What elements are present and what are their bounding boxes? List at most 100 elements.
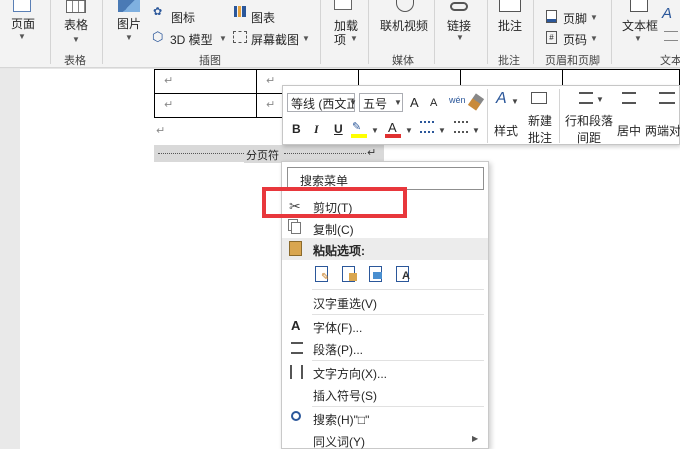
page-number-icon[interactable]: # — [546, 31, 557, 44]
format-painter-icon[interactable] — [467, 93, 485, 111]
footer-button[interactable]: 页脚 — [563, 10, 587, 27]
paste-text-only-icon[interactable]: A — [394, 264, 414, 284]
page-break[interactable]: 分页符 ↵ — [154, 145, 384, 163]
paste-picture-icon[interactable] — [367, 264, 387, 284]
font-color-button[interactable]: A — [388, 120, 397, 135]
line-spacing-button-line2[interactable]: 间距 — [577, 129, 601, 146]
highlight-icon[interactable]: ✎ — [352, 120, 366, 133]
ribbon-separator — [320, 0, 321, 64]
highlight-color-bar — [351, 134, 367, 138]
chevron-down-icon[interactable]: ▼ — [350, 34, 358, 43]
menu-item-reconvert[interactable]: 汉字重选(V) — [282, 291, 488, 313]
new-comment-button-line2[interactable]: 批注 — [528, 129, 552, 146]
chevron-down-icon[interactable]: ▼ — [125, 33, 133, 42]
menu-item-copy[interactable]: 复制(C) — [282, 217, 488, 239]
dropcap-icon[interactable] — [664, 31, 678, 41]
paragraph-mark: ↵ — [164, 75, 174, 87]
page-button[interactable]: 页面 — [11, 15, 35, 32]
comment-icon[interactable] — [499, 0, 521, 12]
screenshot-button[interactable]: 屏幕截图 — [251, 31, 299, 48]
table-button[interactable]: 表格 — [64, 16, 88, 33]
font-color-bar — [385, 134, 401, 138]
new-comment-button[interactable]: 新建 — [528, 112, 552, 129]
table-icon[interactable] — [66, 0, 86, 13]
chevron-down-icon[interactable]: ▼ — [438, 126, 446, 135]
page-break-label: 分页符 — [244, 147, 281, 163]
paste-keep-source-icon[interactable]: ✎ — [313, 264, 333, 284]
chevron-down-icon[interactable]: ▼ — [394, 98, 402, 107]
ribbon-separator — [611, 0, 612, 64]
underline-button[interactable]: U — [334, 122, 343, 136]
paragraph-mark: ↵ — [367, 147, 377, 159]
shrink-font-icon[interactable]: A — [430, 97, 437, 109]
online-video-icon[interactable] — [396, 0, 414, 12]
ribbon: 页面 ▼ 表格 ▼ 表格 图片 ▼ ✿ 图标 ⬡ 3D 模型 ▼ 图表 屏幕截图… — [0, 0, 680, 68]
paste-merge-format-icon[interactable] — [340, 264, 360, 284]
menu-item-font[interactable]: A 字体(F)... — [282, 315, 488, 337]
3d-model-button[interactable]: 3D 模型 — [170, 31, 213, 48]
bold-button[interactable]: B — [292, 122, 301, 136]
chevron-down-icon[interactable]: ▼ — [371, 126, 379, 135]
phonetic-guide-icon[interactable]: wén — [449, 95, 466, 105]
3d-model-icon[interactable]: ⬡ — [152, 29, 163, 45]
link-button[interactable]: 链接 — [447, 17, 471, 34]
menu-item-synonyms[interactable]: 同义词(Y) ▶ — [282, 429, 488, 449]
menu-item-text-direction[interactable]: 文字方向(X)... — [282, 361, 488, 383]
center-align-icon[interactable] — [622, 92, 636, 104]
wordart-icon[interactable]: A — [662, 5, 672, 22]
textbox-button[interactable]: 文本框 — [622, 17, 658, 34]
styles-button[interactable]: 样式 — [494, 122, 518, 139]
line-spacing-icon[interactable] — [579, 92, 593, 104]
addins-button-line2[interactable]: 项 — [334, 31, 346, 48]
icons-button[interactable]: 图标 — [171, 9, 195, 26]
styles-icon[interactable]: A — [496, 90, 507, 108]
chevron-down-icon[interactable]: ▼ — [405, 126, 413, 135]
chevron-down-icon[interactable]: ▼ — [219, 34, 227, 43]
chevron-down-icon[interactable]: ▼ — [634, 34, 642, 43]
chart-button[interactable]: 图表 — [251, 9, 275, 26]
menu-item-insert-symbol[interactable]: 插入符号(S) — [282, 383, 488, 405]
online-video-button[interactable]: 联机视频 — [380, 17, 428, 34]
picture-button[interactable]: 图片 — [117, 15, 141, 32]
ribbon-separator — [533, 0, 534, 64]
chevron-down-icon[interactable]: ▼ — [596, 95, 604, 104]
center-button[interactable]: 居中 — [617, 122, 641, 139]
chevron-down-icon[interactable]: ▼ — [72, 35, 80, 44]
numbering-icon[interactable] — [454, 121, 468, 133]
italic-button[interactable]: I — [314, 122, 319, 137]
textbox-icon[interactable] — [630, 0, 648, 12]
screenshot-icon[interactable] — [233, 31, 247, 43]
text-direction-icon — [290, 365, 303, 379]
justify-icon[interactable] — [659, 92, 675, 104]
line-spacing-button[interactable]: 行和段落 — [565, 112, 613, 129]
chevron-down-icon[interactable]: ▼ — [302, 34, 310, 43]
justify-button[interactable]: 两端对齐 — [645, 122, 680, 139]
page-number-button[interactable]: 页码 — [563, 31, 587, 48]
chevron-down-icon[interactable]: ▼ — [472, 126, 480, 135]
chevron-down-icon[interactable]: ▼ — [590, 34, 598, 43]
link-icon[interactable] — [450, 2, 468, 11]
font-name-box[interactable]: 等线 (西文正 — [287, 93, 355, 112]
paragraph-mark: ↵ — [266, 99, 276, 111]
chevron-down-icon[interactable]: ▼ — [511, 97, 519, 106]
footer-icon[interactable] — [546, 10, 557, 23]
chevron-down-icon[interactable]: ▼ — [349, 98, 357, 107]
chart-icon[interactable] — [234, 6, 246, 17]
menu-item-label: 插入符号(S) — [313, 389, 377, 403]
grow-font-icon[interactable]: A — [410, 95, 419, 110]
paste-icon — [289, 241, 302, 256]
menu-item-paragraph[interactable]: 段落(P)... — [282, 337, 488, 359]
page-icon[interactable] — [13, 0, 31, 12]
new-comment-icon[interactable] — [531, 92, 547, 104]
addins-icon[interactable] — [334, 0, 352, 10]
chevron-down-icon[interactable]: ▼ — [18, 32, 26, 41]
menu-item-search[interactable]: 搜索(H)"□" — [282, 407, 488, 429]
chevron-down-icon[interactable]: ▼ — [590, 13, 598, 22]
picture-icon[interactable] — [118, 0, 140, 12]
bullets-icon[interactable] — [420, 121, 434, 133]
comment-button[interactable]: 批注 — [498, 17, 522, 34]
chevron-down-icon[interactable]: ▼ — [456, 33, 464, 42]
ribbon-separator — [102, 0, 103, 64]
icons-icon[interactable]: ✿ — [153, 5, 167, 18]
menu-item-label: 复制(C) — [313, 223, 354, 237]
